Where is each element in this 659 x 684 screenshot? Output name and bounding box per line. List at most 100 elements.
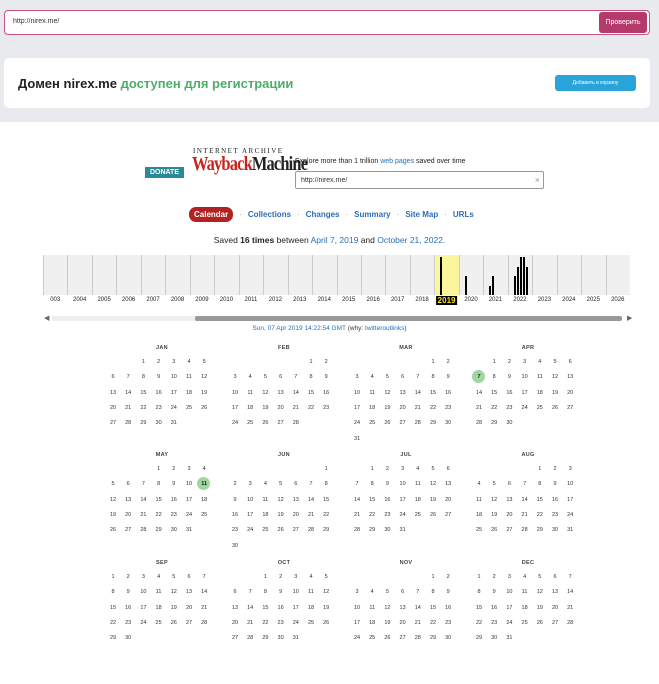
calendar-day: 16 [277, 604, 284, 611]
year-label[interactable]: 2021 [489, 297, 502, 303]
year-label[interactable]: 2012 [269, 297, 282, 303]
year-column[interactable] [360, 255, 362, 295]
calendar-day: 7 [568, 574, 572, 580]
last-capture-link[interactable]: October 21, 2022. [377, 235, 445, 245]
year-label[interactable]: 2016 [367, 297, 380, 303]
scroll-left-icon[interactable]: ◀ [44, 314, 49, 322]
calendar-day: 28 [201, 619, 208, 626]
first-capture-link[interactable]: April 7, 2019 [311, 235, 359, 245]
year-column[interactable] [263, 255, 265, 295]
year-column[interactable] [140, 255, 142, 295]
calendar-day: 26 [491, 527, 498, 534]
capture-timestamp[interactable]: Sun, 07 Apr 2019 14:22:54 GMT [252, 325, 345, 332]
year-column[interactable] [532, 255, 534, 295]
year-column[interactable] [556, 255, 558, 295]
year-label[interactable]: 2024 [562, 297, 575, 303]
year-label[interactable]: 2004 [73, 297, 86, 303]
year-column[interactable] [458, 255, 460, 295]
year-label[interactable]: 2006 [122, 297, 135, 303]
year-column[interactable] [581, 255, 583, 295]
wayback-machine-logo[interactable]: WaybackMachine [192, 153, 308, 176]
why-link[interactable]: twitteroutlinks [365, 325, 404, 332]
year-label[interactable]: 2013 [293, 297, 306, 303]
timeline-scroll-thumb[interactable] [195, 316, 622, 321]
year-column[interactable] [409, 255, 411, 295]
year-label[interactable]: 2005 [97, 297, 110, 303]
calendar-day: 2 [385, 466, 389, 472]
year-column[interactable] [507, 255, 509, 295]
capture-bar[interactable] [522, 257, 525, 295]
calendar-day: 30 [155, 420, 162, 427]
year-label[interactable]: 2018 [415, 297, 428, 303]
calendar-day: 3 [355, 374, 359, 381]
calendar-day: 26 [429, 511, 437, 518]
donate-button[interactable]: DONATE [145, 167, 184, 178]
calendar-day: 12 [170, 589, 177, 596]
wayback-search-input[interactable] [301, 177, 521, 184]
year-column[interactable] [605, 255, 607, 295]
year-label[interactable]: 003 [50, 297, 60, 303]
year-column[interactable] [385, 255, 387, 295]
capture-bar[interactable] [440, 257, 443, 295]
tab-changes[interactable]: Changes [306, 210, 340, 219]
year-column[interactable] [91, 255, 93, 295]
capture-histogram[interactable] [43, 255, 630, 295]
capture-bar[interactable] [519, 257, 522, 295]
year-column[interactable] [116, 255, 118, 295]
tab-summary[interactable]: Summary [354, 210, 390, 219]
year-column[interactable] [189, 255, 191, 295]
year-column[interactable] [165, 255, 167, 295]
year-column[interactable] [43, 255, 44, 295]
web-pages-link[interactable]: web pages [380, 158, 414, 165]
year-label[interactable]: 2025 [587, 297, 600, 303]
clear-icon[interactable]: × [535, 175, 540, 185]
tab-calendar[interactable]: Calendar [189, 206, 234, 222]
calendar-day: 24 [140, 619, 147, 626]
calendar-day: 31 [170, 420, 177, 427]
capture-bar[interactable] [489, 285, 492, 295]
tab-urls[interactable]: URLs [453, 210, 474, 219]
year-label[interactable]: 2007 [146, 297, 159, 303]
year-label[interactable]: 2026 [611, 297, 624, 303]
calendar-day: 14 [521, 496, 528, 503]
calendar-day: 4 [187, 359, 191, 365]
calendar-day: 16 [551, 496, 559, 503]
year-label[interactable]: 2014 [318, 297, 331, 303]
year-column[interactable] [336, 255, 338, 295]
calendar-day: 30 [384, 527, 391, 534]
year-column[interactable] [67, 255, 69, 295]
capture-bar[interactable] [513, 276, 516, 295]
calendar-day: 7 [141, 481, 145, 488]
scroll-right-icon[interactable]: ▶ [627, 314, 632, 322]
capture-bar[interactable] [516, 266, 519, 295]
year-label[interactable]: 2015 [342, 297, 355, 303]
tab-site-map[interactable]: Site Map [405, 210, 438, 219]
year-column[interactable] [214, 255, 216, 295]
year-label[interactable]: 2011 [244, 297, 257, 303]
domain-url-input[interactable] [13, 18, 573, 25]
year-label[interactable]: 2017 [391, 297, 404, 303]
year-column[interactable] [483, 255, 485, 295]
captured-day[interactable]: 11 [197, 477, 211, 491]
year-label[interactable]: 2022 [513, 297, 526, 303]
year-label[interactable]: 2008 [171, 297, 184, 303]
tab-collections[interactable]: Collections [248, 210, 291, 219]
year-label[interactable]: 2019 [435, 296, 458, 305]
capture-bar[interactable] [464, 276, 467, 295]
capture-bar[interactable] [492, 276, 495, 295]
year-column[interactable] [312, 255, 314, 295]
calendar-day: 9 [492, 589, 496, 596]
year-column[interactable] [287, 255, 289, 295]
calendar-day: 21 [521, 511, 528, 518]
captured-day[interactable]: 7 [472, 370, 486, 384]
calendar-day: 18 [155, 604, 162, 611]
year-label[interactable]: 2010 [220, 297, 233, 303]
calendar-day: 14 [414, 389, 421, 396]
add-to-cart-button[interactable]: Добавить в корзину [555, 75, 636, 91]
year-label[interactable]: 2020 [464, 297, 477, 303]
year-label[interactable]: 2023 [538, 297, 551, 303]
year-column[interactable] [238, 255, 240, 295]
year-label[interactable]: 2009 [195, 297, 208, 303]
capture-bar[interactable] [525, 266, 528, 295]
check-button[interactable]: Проверить [599, 12, 647, 33]
